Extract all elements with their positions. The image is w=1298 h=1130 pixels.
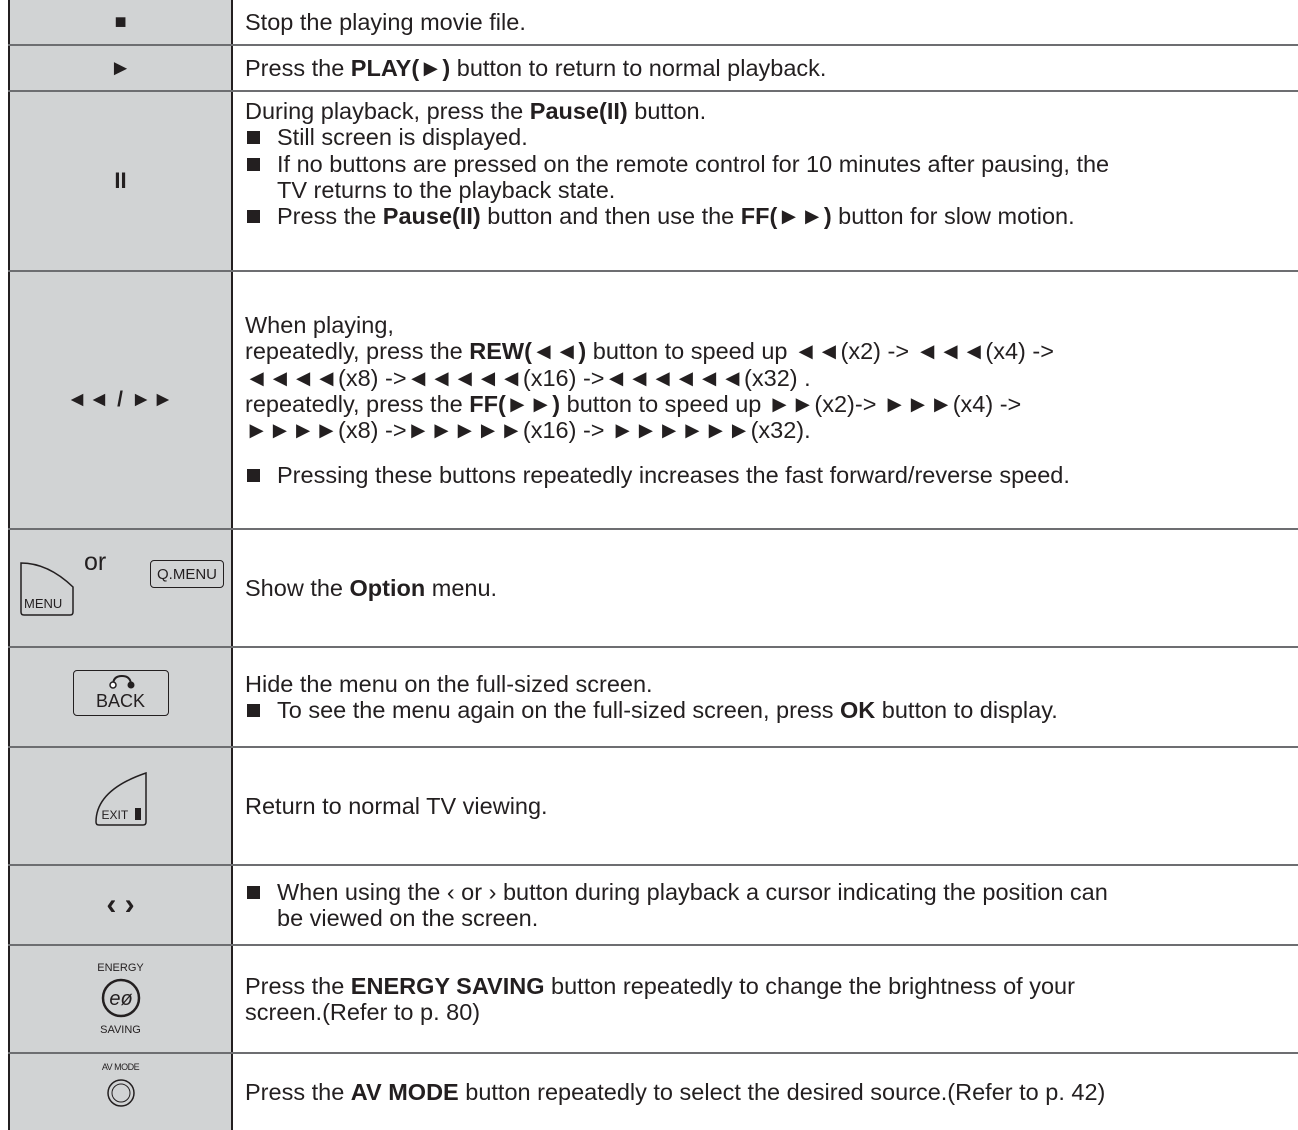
- exit-button-icon: EXIT: [93, 770, 149, 828]
- back-arrow-icon: [108, 674, 134, 689]
- stop-key-cell: ■: [8, 0, 233, 44]
- table-row-exit: EXIT Return to normal TV viewing.: [8, 748, 1298, 866]
- back-key-cell: BACK: [8, 648, 233, 746]
- svg-text:eø: eø: [109, 988, 132, 1010]
- pause-description: During playback, press the Pause(II) but…: [235, 92, 1298, 270]
- av-mode-description: Press the AV MODE button repeatedly to s…: [235, 1054, 1298, 1130]
- rew-ff-description: When playing, repeatedly, press the REW(…: [235, 272, 1298, 528]
- list-item: When using the ‹ or › button during play…: [245, 879, 1288, 932]
- qmenu-button-icon: Q.MENU: [150, 560, 224, 588]
- play-key-cell: ►: [8, 46, 233, 90]
- table-row-stop: ■ Stop the playing movie file.: [8, 0, 1298, 46]
- list-item: To see the menu again on the full-sized …: [245, 697, 1288, 723]
- left-right-key-cell: ‹ ›: [8, 866, 233, 944]
- stop-icon: ■: [114, 10, 127, 33]
- exit-key-cell: EXIT: [8, 748, 233, 864]
- play-icon: ►: [109, 55, 132, 80]
- table-row-rew-ff: ◄◄ / ►► When playing, repeatedly, press …: [8, 272, 1298, 530]
- rew-ff-icon: ◄◄ / ►►: [66, 388, 175, 411]
- back-button-icon: BACK: [72, 670, 169, 716]
- eco-leaf-icon: eø: [101, 978, 140, 1018]
- or-label: or: [84, 548, 107, 576]
- menu-button-icon: MENU: [18, 560, 76, 618]
- list-item: If no buttons are pressed on the remote …: [245, 151, 1288, 204]
- left-right-arrow-icon: ‹ ›: [106, 888, 135, 921]
- option-menu-description: Show the Option menu.: [235, 530, 1298, 646]
- energy-saving-description: Press the ENERGY SAVING button repeatedl…: [235, 946, 1298, 1052]
- list-item: Still screen is displayed.: [245, 124, 1288, 150]
- button-function-table: ■ Stop the playing movie file. ► Press t…: [8, 0, 1298, 1130]
- av-mode-key-cell: AV MODE: [8, 1054, 233, 1130]
- list-item: Pressing these buttons repeatedly increa…: [245, 462, 1288, 488]
- list-item: Press the Pause(II) button and then use …: [245, 203, 1288, 229]
- menu-key-cell: MENU or Q.MENU: [8, 530, 233, 646]
- table-row-option-menu: MENU or Q.MENU Show the Option menu.: [8, 530, 1298, 648]
- table-row-play: ► Press the PLAY(►) button to return to …: [8, 46, 1298, 92]
- table-row-av-mode: AV MODE Press the AV MODE button repeate…: [8, 1054, 1298, 1130]
- table-row-energy-saving: ENERGY eø SAVING Press the ENERGY SAVING…: [8, 946, 1298, 1054]
- pause-icon: II: [114, 168, 127, 193]
- table-row-back: BACK Hide the menu on the full-sized scr…: [8, 648, 1298, 748]
- energy-saving-button-icon: ENERGY eø SAVING: [97, 962, 144, 1036]
- exit-description: Return to normal TV viewing.: [235, 748, 1298, 864]
- av-mode-button-icon: AV MODE: [91, 1060, 151, 1124]
- table-row-left-right: ‹ › When using the ‹ or › button during …: [8, 866, 1298, 946]
- left-right-description: When using the ‹ or › button during play…: [235, 866, 1298, 944]
- table-row-pause: II During playback, press the Pause(II) …: [8, 92, 1298, 272]
- rew-ff-key-cell: ◄◄ / ►►: [8, 272, 233, 528]
- back-description: Hide the menu on the full-sized screen. …: [235, 648, 1298, 746]
- pause-key-cell: II: [8, 92, 233, 270]
- stop-description: Stop the playing movie file.: [235, 0, 1298, 44]
- play-description: Press the PLAY(►) button to return to no…: [235, 46, 1298, 90]
- energy-key-cell: ENERGY eø SAVING: [8, 946, 233, 1052]
